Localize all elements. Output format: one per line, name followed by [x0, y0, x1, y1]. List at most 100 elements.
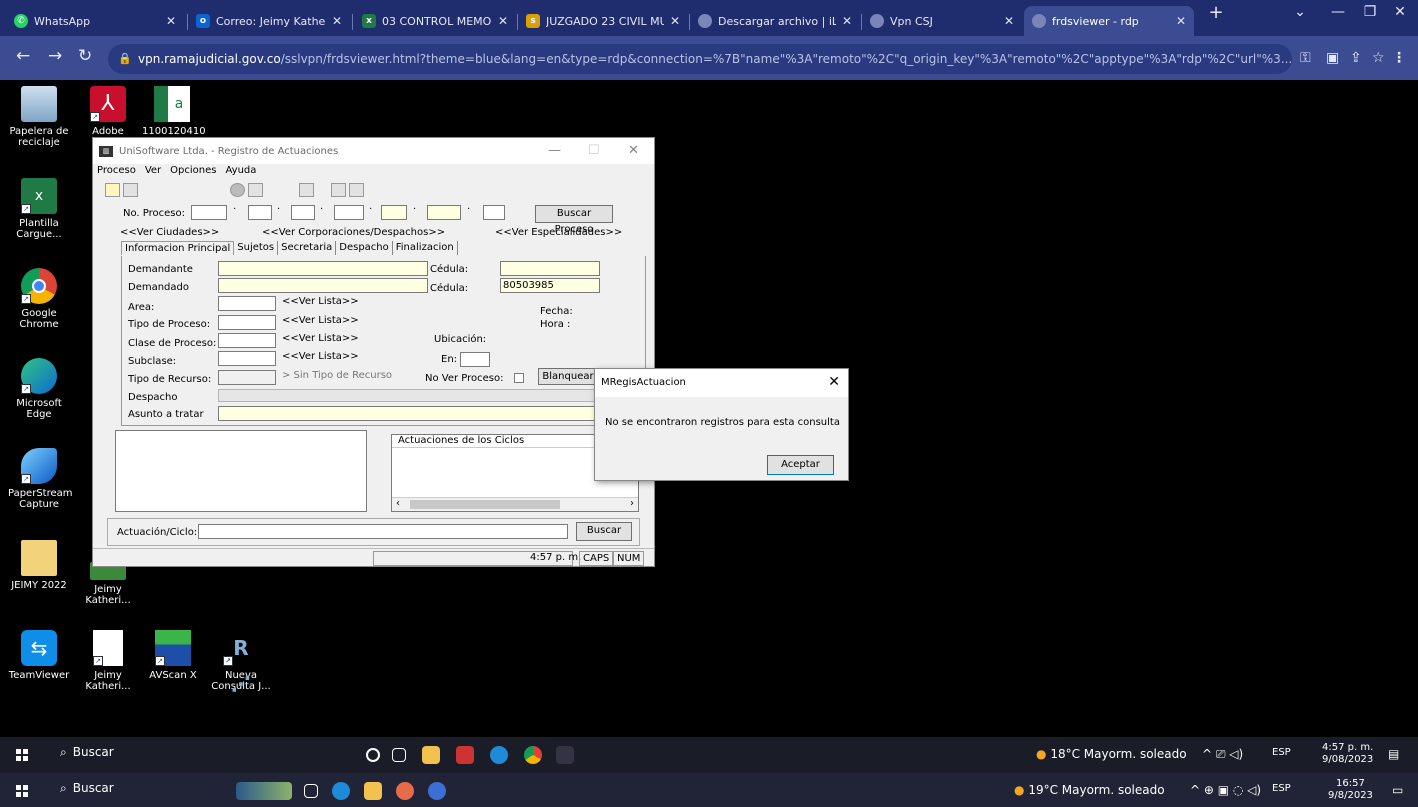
- desktop-icon-jeimy-katherine-1[interactable]: Jeimy Katheri...: [78, 562, 138, 606]
- tab-informacion-principal[interactable]: Informacion Principal: [121, 241, 235, 255]
- buscar-button[interactable]: Buscar: [576, 522, 632, 541]
- tipo-proceso-field[interactable]: [218, 315, 276, 330]
- area-ver-lista-link[interactable]: <<Ver Lista>>: [282, 296, 359, 307]
- desktop-icon-nueva-consulta[interactable]: R ⋰ ↗ Nueva Consulta J...: [206, 630, 276, 696]
- area-field[interactable]: [218, 296, 276, 311]
- tab-whatsapp[interactable]: ✆ WhatsApp ✕: [6, 6, 184, 36]
- proceso-part-7[interactable]: [483, 205, 505, 220]
- desktop-icon-recycle-bin[interactable]: Papelera de reciclaje: [8, 86, 70, 148]
- reload-icon[interactable]: ↻: [78, 46, 92, 66]
- close-window-icon[interactable]: ✕: [1380, 4, 1418, 20]
- tipo-proceso-ver-lista-link[interactable]: <<Ver Lista>>: [282, 315, 359, 326]
- close-icon[interactable]: ✕: [166, 14, 176, 28]
- start-icon[interactable]: [16, 749, 28, 761]
- scroll-left-icon[interactable]: ‹: [396, 498, 400, 509]
- desktop-icon-plantilla[interactable]: x ↗ Plantilla Cargue...: [8, 178, 70, 240]
- start-icon[interactable]: [16, 785, 28, 797]
- close-icon[interactable]: ✕: [498, 14, 508, 28]
- nueva-consulta-icon[interactable]: [556, 746, 574, 764]
- task-view-icon[interactable]: [304, 784, 318, 798]
- scroll-right-icon[interactable]: ›: [630, 498, 634, 509]
- chrome-icon[interactable]: [524, 746, 542, 764]
- task-view-icon[interactable]: [392, 748, 406, 762]
- dialog-close-icon[interactable]: ✕: [828, 374, 840, 390]
- asunto-field[interactable]: [218, 406, 638, 421]
- menu-proceso[interactable]: Proceso: [97, 165, 136, 181]
- ubicacion-en-field[interactable]: [460, 352, 490, 367]
- blanquear-button[interactable]: Blanquear: [538, 368, 598, 385]
- key-icon[interactable]: ⚿: [1300, 50, 1311, 66]
- ver-corporaciones-link[interactable]: <<Ver Corporaciones/Despachos>>: [262, 227, 445, 238]
- menu-ayuda[interactable]: Ayuda: [226, 165, 257, 181]
- ver-especialidades-link[interactable]: <<Ver Especialidades>>: [495, 227, 622, 238]
- close-icon[interactable]: ✕: [670, 14, 680, 28]
- notification-icon[interactable]: ▭: [1392, 783, 1403, 797]
- ver-ciudades-link[interactable]: <<Ver Ciudades>>: [120, 227, 219, 238]
- subclase-ver-lista-link[interactable]: <<Ver Lista>>: [282, 351, 359, 362]
- demandante-field[interactable]: [218, 261, 428, 276]
- tab-search-chevron-icon[interactable]: ⌄: [1280, 4, 1320, 20]
- buscar-proceso-button[interactable]: Buscar Proceso: [535, 205, 613, 235]
- close-icon[interactable]: ✕: [332, 14, 342, 28]
- proceso-part-1[interactable]: [191, 205, 227, 220]
- horizontal-scrollbar[interactable]: ‹ ›: [392, 497, 638, 511]
- back-icon[interactable]: ←: [16, 46, 30, 66]
- menu-opciones[interactable]: Opciones: [170, 165, 216, 181]
- minimize-icon[interactable]: —: [548, 143, 561, 158]
- edge-icon[interactable]: [332, 782, 350, 800]
- list-icon[interactable]: [331, 183, 346, 197]
- kebab-menu-icon[interactable]: ⋮: [1392, 50, 1406, 66]
- menu-ver[interactable]: Ver: [145, 165, 161, 181]
- close-icon[interactable]: ✕: [628, 143, 639, 158]
- notification-icon[interactable]: ▤: [1388, 747, 1399, 761]
- file-explorer-icon[interactable]: [422, 746, 440, 764]
- maximize-icon[interactable]: ☐: [588, 143, 600, 158]
- landscape-widget-icon[interactable]: [236, 782, 292, 800]
- tab-finalizacion[interactable]: Finalizacion: [393, 241, 458, 255]
- tab-despacho[interactable]: Despacho: [336, 241, 393, 255]
- tab-vpn-csj[interactable]: Vpn CSJ ✕: [862, 6, 1022, 36]
- desktop-icon-jeimy-katherine-2[interactable]: ↗ Jeimy Katheri...: [78, 630, 138, 692]
- file-explorer-icon[interactable]: [364, 782, 382, 800]
- page-icon[interactable]: [299, 183, 314, 197]
- weather-widget[interactable]: ● 19°C Mayorm. soleado: [1014, 783, 1165, 797]
- tray-icons[interactable]: ^ ⎚ ◁): [1202, 747, 1243, 762]
- subclase-field[interactable]: [218, 351, 276, 366]
- cortana-icon[interactable]: [366, 748, 380, 762]
- weather-widget[interactable]: ● 18°C Mayorm. soleado: [1036, 747, 1187, 761]
- translate-icon[interactable]: ▣: [1326, 50, 1339, 66]
- tab-descargar[interactable]: Descargar archivo | iLov✕: [690, 6, 860, 36]
- tab-correo[interactable]: o Correo: Jeimy Katherine✕: [188, 6, 350, 36]
- record-icon[interactable]: [230, 183, 245, 197]
- save-icon[interactable]: [123, 183, 138, 197]
- tab-sujetos[interactable]: Sujetos: [234, 241, 279, 255]
- grid-icon[interactable]: [349, 183, 364, 197]
- desktop-icon-teamviewer[interactable]: ⇆ TeamViewer: [8, 630, 70, 681]
- local-clock[interactable]: 16:57 9/8/2023: [1328, 778, 1373, 802]
- cedula-demandante-field[interactable]: [500, 261, 600, 276]
- taskbar-search[interactable]: ⌕ Buscar: [54, 745, 114, 760]
- new-tab-button[interactable]: +: [1196, 2, 1236, 23]
- app-icon-2[interactable]: [428, 782, 446, 800]
- close-icon[interactable]: ✕: [842, 14, 852, 28]
- proceso-part-2[interactable]: [248, 205, 272, 220]
- desktop-icon-edge[interactable]: ↗ Microsoft Edge: [8, 358, 70, 420]
- edge-icon[interactable]: [490, 746, 508, 764]
- app-icon[interactable]: [396, 782, 414, 800]
- tab-secretaria[interactable]: Secretaria: [278, 241, 337, 255]
- demandado-field[interactable]: [218, 278, 428, 293]
- forward-icon[interactable]: →: [48, 46, 62, 66]
- desktop-icon-folder-jeimy[interactable]: JEIMY 2022: [8, 540, 70, 591]
- open-folder-icon[interactable]: [105, 183, 120, 197]
- proceso-part-3[interactable]: [291, 205, 315, 220]
- desktop-icon-adobe[interactable]: ⅄ ↗ Adobe: [78, 86, 138, 137]
- proceso-part-5[interactable]: [381, 205, 407, 220]
- remote-clock[interactable]: 4:57 p. m. 9/08/2023: [1322, 742, 1373, 766]
- taskbar-search[interactable]: ⌕ Buscar: [54, 781, 114, 796]
- actuaciones-list[interactable]: [115, 430, 367, 512]
- share-icon[interactable]: ⇪: [1350, 50, 1362, 66]
- no-ver-proceso-checkbox[interactable]: [514, 373, 524, 383]
- close-icon[interactable]: ✕: [1176, 14, 1186, 28]
- star-icon[interactable]: ☆: [1372, 50, 1385, 66]
- address-bar[interactable]: 🔒 vpn.ramajudicial.gov.co/sslvpn/frdsvie…: [108, 44, 1292, 74]
